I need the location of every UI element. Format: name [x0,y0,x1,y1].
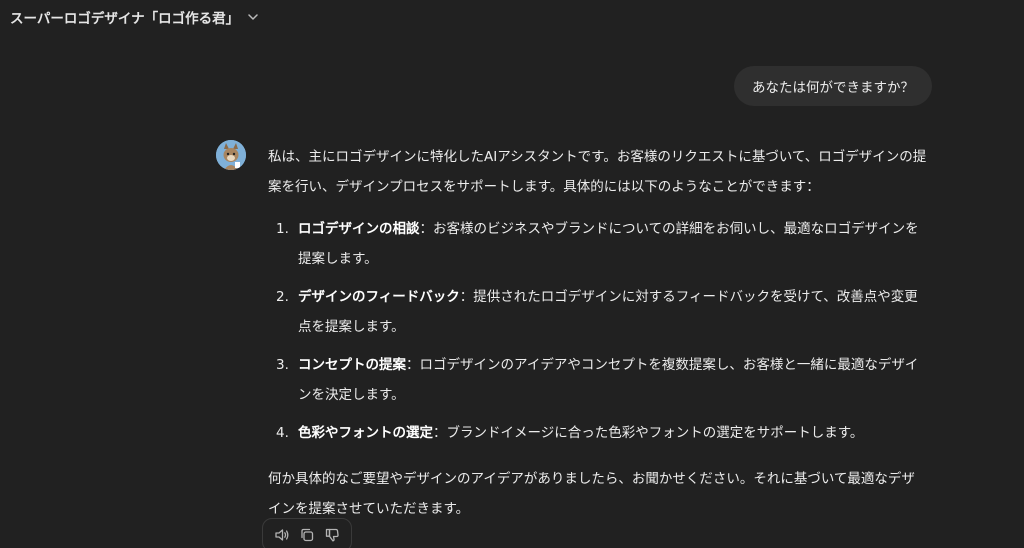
user-message-text: あなたは何ができますか？ [752,80,914,96]
list-number: 4. [276,425,289,441]
list-item: 4. 色彩やフォントの選定：ブランドイメージに合った色彩やフォントの選定をサポー… [268,418,928,448]
list-item: 1. ロゴデザインの相談：お客様のビジネスやブランドについての詳細をお伺いし、最… [268,214,928,274]
assistant-intro: 私は、主にロゴデザインに特化したAIアシスタントです。お客様のリクエストに基づい… [268,149,927,195]
thumbs-down-icon[interactable] [321,524,343,546]
chevron-down-icon [245,9,261,25]
list-item-title: 色彩やフォントの選定 [298,425,433,441]
chat-page: スーパーロゴデザイナ「ロゴ作る君」 あなたは何ができますか？ 私は、主にロゴデザ… [0,0,1024,548]
page-title: スーパーロゴデザイナ「ロゴ作る君」 [10,11,240,27]
speaker-icon[interactable] [271,524,293,546]
list-item-text: ：ブランドイメージに合った色彩やフォントの選定をサポートします。 [433,425,864,441]
assistant-avatar [216,140,246,170]
list-item: 3. コンセプトの提案：ロゴデザインのアイデアやコンセプトを複数提案し、お客様と… [268,350,928,410]
list-number: 2. [276,289,289,305]
list-number: 3. [276,357,289,373]
capability-list: 1. ロゴデザインの相談：お客様のビジネスやブランドについての詳細をお伺いし、最… [268,214,928,448]
list-number: 1. [276,221,289,237]
list-item-title: コンセプトの提案 [298,357,406,373]
copy-icon[interactable] [296,524,318,546]
list-item-title: ロゴデザインの相談 [298,221,420,237]
user-message-bubble: あなたは何ができますか？ [734,66,932,106]
assistant-outro: 何か具体的なご要望やデザインのアイデアがありましたら、お聞かせください。それに基… [268,471,915,517]
list-item: 2. デザインのフィードバック：提供されたロゴデザインに対するフィードバックを受… [268,282,928,342]
message-actions [262,518,352,548]
list-item-title: デザインのフィードバック [298,289,460,305]
assistant-message: 私は、主にロゴデザインに特化したAIアシスタントです。お客様のリクエストに基づい… [268,142,928,524]
model-selector[interactable]: スーパーロゴデザイナ「ロゴ作る君」 [10,7,261,27]
